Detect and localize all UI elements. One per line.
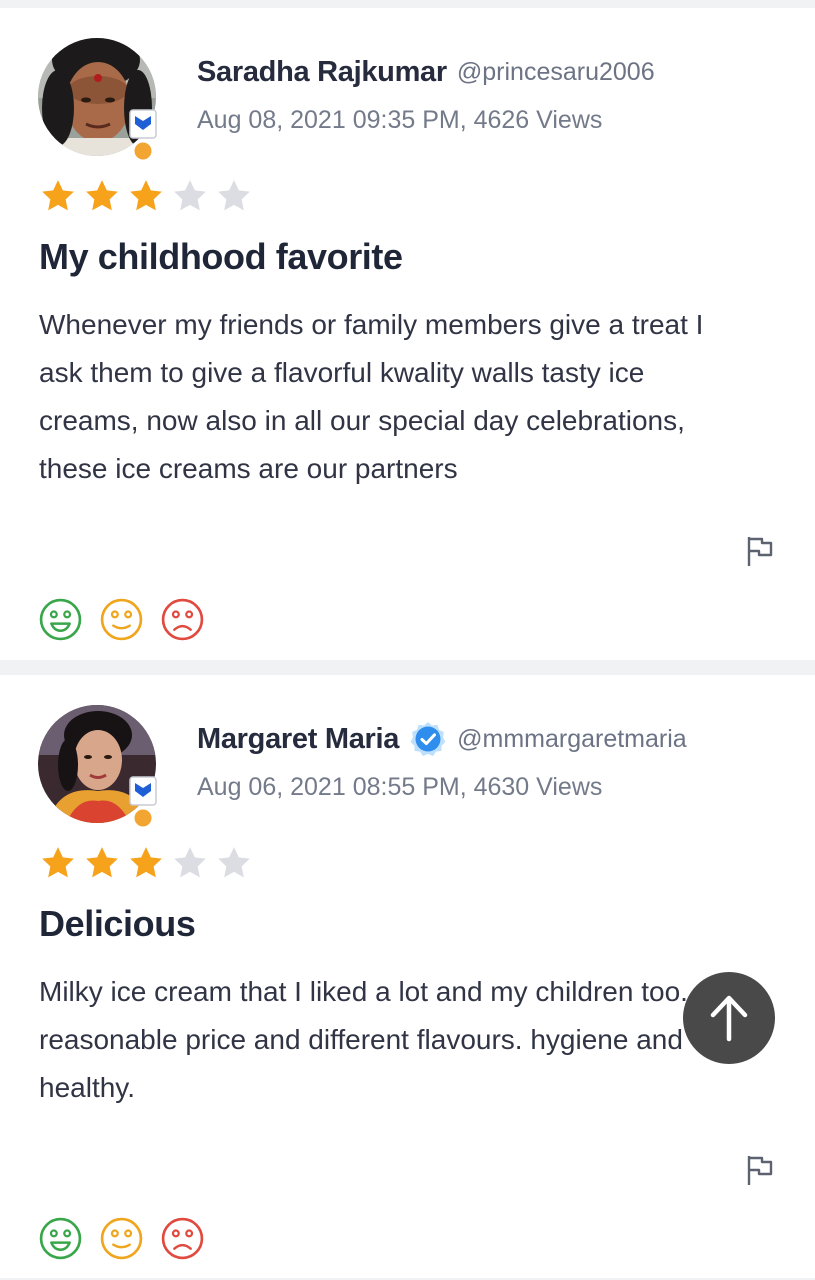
level-badge-icon [129, 776, 157, 830]
arrow-up-icon [710, 995, 748, 1042]
star-filled-icon [130, 180, 162, 211]
sad-face-icon[interactable] [160, 1216, 205, 1261]
review-card: Saradha Rajkumar @princesaru2006 Aug 08,… [0, 8, 815, 660]
reviewer-info: Margaret Maria @mmmargaretmaria [197, 719, 687, 759]
reaction-bar [38, 597, 205, 642]
star-rating [38, 176, 254, 216]
reviewer-avatar[interactable] [38, 38, 158, 163]
review-title: My childhood favorite [39, 236, 403, 277]
reviewer-name[interactable]: Margaret Maria [197, 723, 399, 756]
scroll-to-top-button[interactable] [683, 972, 775, 1064]
star-empty-icon [174, 847, 206, 878]
level-badge-icon [129, 109, 157, 163]
review-meta: Aug 06, 2021 08:55 PM, 4630 Views [197, 773, 603, 801]
reaction-bar [38, 1216, 205, 1261]
review-title: Delicious [39, 903, 196, 944]
flag-icon[interactable] [745, 1153, 775, 1187]
happy-face-icon[interactable] [38, 1216, 83, 1261]
neutral-face-icon[interactable] [99, 1216, 144, 1261]
happy-face-icon[interactable] [38, 597, 83, 642]
sad-face-icon[interactable] [160, 597, 205, 642]
star-empty-icon [218, 180, 250, 211]
review-body: Milky ice cream that I liked a lot and m… [39, 976, 688, 1103]
flag-icon[interactable] [745, 534, 775, 568]
star-filled-icon [42, 847, 74, 878]
reviewer-handle[interactable]: @mmmargaretmaria [457, 725, 687, 754]
star-filled-icon [130, 847, 162, 878]
reviewer-handle[interactable]: @princesaru2006 [457, 58, 655, 87]
star-empty-icon [218, 847, 250, 878]
review-card: Margaret Maria @mmmargaretmaria Aug 06, … [0, 675, 815, 1278]
review-body: Whenever my friends or family members gi… [39, 309, 704, 484]
star-filled-icon [42, 180, 74, 211]
verified-check-icon [410, 722, 446, 756]
star-filled-icon [86, 180, 118, 211]
neutral-face-icon[interactable] [99, 597, 144, 642]
star-filled-icon [86, 847, 118, 878]
reviewer-name[interactable]: Saradha Rajkumar [197, 56, 447, 89]
star-empty-icon [174, 180, 206, 211]
review-meta: Aug 08, 2021 09:35 PM, 4626 Views [197, 106, 603, 134]
reviewer-avatar[interactable] [38, 705, 158, 830]
star-rating [38, 843, 254, 883]
reviewer-info: Saradha Rajkumar @princesaru2006 [197, 52, 655, 92]
